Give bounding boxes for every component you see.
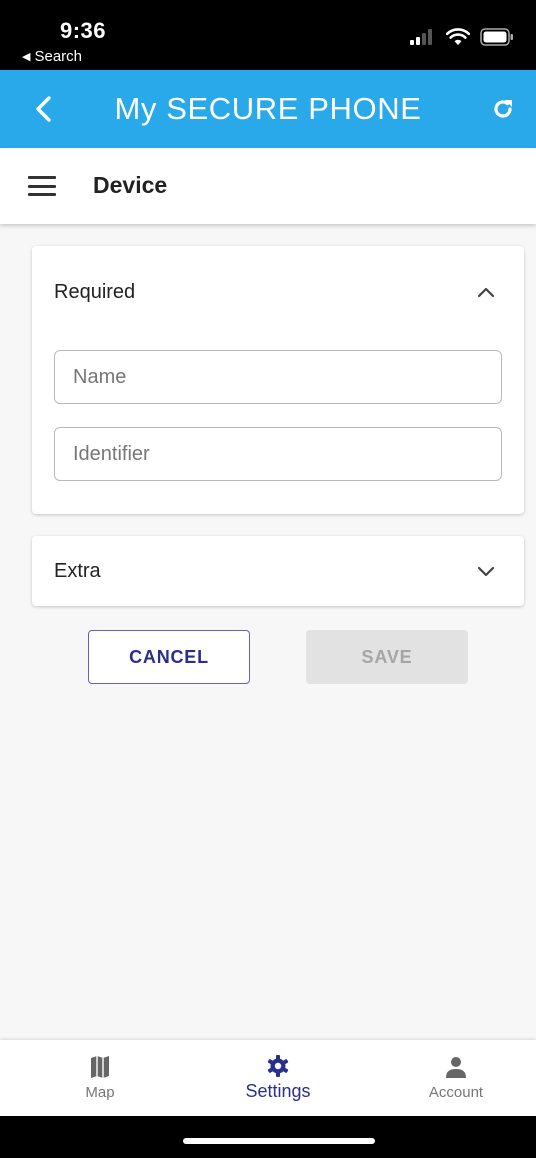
save-button[interactable]: SAVE xyxy=(306,630,468,684)
refresh-icon xyxy=(494,100,512,118)
chevron-down-icon xyxy=(476,561,496,581)
app-header: My SECURE PHONE xyxy=(0,70,536,148)
home-bar xyxy=(0,1116,536,1158)
nav-item-map[interactable]: Map xyxy=(30,1040,170,1116)
menu-button[interactable] xyxy=(28,174,56,198)
user-icon xyxy=(446,1057,466,1078)
nav-label-account: Account xyxy=(428,1084,484,1101)
required-section-toggle[interactable]: Required xyxy=(32,246,524,338)
sub-header: Device xyxy=(0,148,536,224)
hamburger-icon-line xyxy=(28,184,56,188)
refresh-button[interactable] xyxy=(486,92,520,126)
back-button[interactable] xyxy=(26,92,60,126)
nav-label-settings: Settings xyxy=(245,1081,311,1101)
status-back-label: Search xyxy=(34,48,82,65)
wifi-icon xyxy=(446,28,470,45)
status-time: 9:36 xyxy=(60,18,107,43)
home-indicator[interactable] xyxy=(183,1138,375,1144)
back-triangle-icon: ◀ xyxy=(22,51,31,63)
nav-item-settings[interactable]: Settings xyxy=(208,1040,348,1116)
nav-item-account[interactable]: Account xyxy=(386,1040,526,1116)
hamburger-icon-line xyxy=(28,193,56,196)
chevron-left-icon xyxy=(36,96,51,122)
required-section-title: Required xyxy=(54,280,136,303)
name-input[interactable] xyxy=(54,350,502,404)
bottom-nav: Map Settings Account xyxy=(0,1040,536,1116)
chevron-up-icon xyxy=(476,282,496,302)
signal-icon xyxy=(410,29,432,45)
status-back-link[interactable]: ◀ Search xyxy=(22,48,82,65)
identifier-input[interactable] xyxy=(54,427,502,481)
app-title: My SECURE PHONE xyxy=(114,91,422,126)
status-icons xyxy=(410,28,514,46)
page-title: Device xyxy=(93,172,168,198)
battery-icon xyxy=(480,28,513,46)
required-section: Required xyxy=(32,246,524,514)
nav-label-map: Map xyxy=(85,1084,115,1101)
extra-section: Extra xyxy=(32,536,524,606)
gear-icon xyxy=(267,1055,289,1077)
status-bar: 9:36 ◀ Search xyxy=(0,0,536,70)
cancel-button[interactable]: CANCEL xyxy=(88,630,250,684)
map-icon xyxy=(91,1056,109,1078)
extra-section-toggle[interactable]: Extra xyxy=(32,536,524,606)
extra-section-title: Extra xyxy=(54,559,101,582)
hamburger-icon-line xyxy=(28,176,56,179)
